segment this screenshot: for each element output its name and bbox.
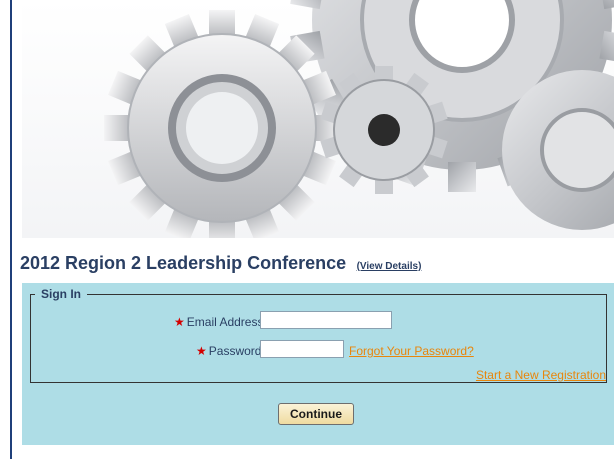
conference-title: 2012 Region 2 Leadership Conference — [20, 253, 347, 273]
password-label-row: ★ Password: — [196, 344, 265, 358]
signin-panel: Sign In ★ Email Address: ★ Password: Forgo… — [22, 283, 614, 445]
email-label: Email Address: — [186, 315, 267, 329]
email-label-row: ★ Email Address: — [174, 315, 267, 329]
required-star-icon: ★ — [174, 315, 185, 329]
password-input[interactable] — [260, 340, 344, 358]
view-details-link[interactable]: (View Details) — [357, 261, 422, 272]
required-star-icon: ★ — [196, 344, 207, 358]
signin-legend: Sign In — [41, 287, 81, 301]
forgot-password-link[interactable]: Forgot Your Password? — [349, 344, 474, 358]
email-input[interactable] — [260, 311, 392, 329]
continue-button[interactable]: Continue — [278, 403, 354, 425]
gears-image — [22, 0, 614, 238]
conference-title-row: 2012 Region 2 Leadership Conference (Vie… — [20, 253, 421, 274]
new-registration-link[interactable]: Start a New Registration — [476, 368, 606, 382]
password-label: Password: — [208, 344, 265, 358]
